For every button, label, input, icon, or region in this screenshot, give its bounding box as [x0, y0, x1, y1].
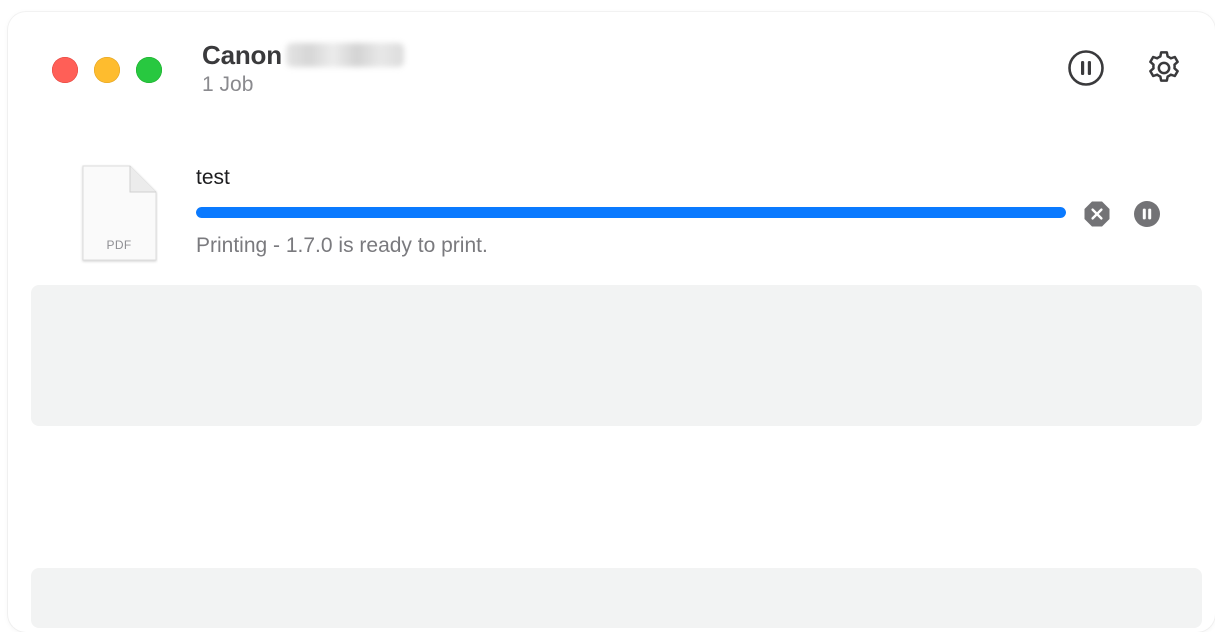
job-count: 1 Job — [202, 73, 254, 96]
pause-job-button[interactable] — [1133, 200, 1161, 228]
print-job-row[interactable]: PDF test Printing - 1.7.0 is ready to pr… — [80, 164, 1190, 268]
file-type-label: PDF — [106, 238, 132, 252]
gear-icon — [1149, 51, 1179, 82]
zoom-window-button[interactable] — [136, 57, 162, 83]
redacted-printer-model — [285, 43, 404, 67]
job-status: Printing - 1.7.0 is ready to print. — [196, 234, 488, 257]
job-name: test — [196, 166, 230, 189]
empty-job-panel — [31, 285, 1202, 426]
cancel-x-icon — [1084, 201, 1110, 227]
job-progress-bar — [196, 207, 1066, 218]
cancel-job-button[interactable] — [1083, 200, 1111, 228]
printer-settings-button[interactable] — [1144, 48, 1184, 88]
empty-job-panel — [31, 568, 1202, 628]
close-window-button[interactable] — [52, 57, 78, 83]
printer-title-row: Canon — [202, 38, 404, 72]
window-title-area: Canon 1 Job — [202, 38, 404, 97]
printer-name: Canon — [202, 39, 282, 70]
pause-circle-icon — [1068, 50, 1104, 86]
pause-printer-button[interactable] — [1066, 48, 1106, 88]
pause-icon — [1134, 201, 1160, 227]
job-progress-fill — [196, 207, 1066, 218]
minimize-window-button[interactable] — [94, 57, 120, 83]
